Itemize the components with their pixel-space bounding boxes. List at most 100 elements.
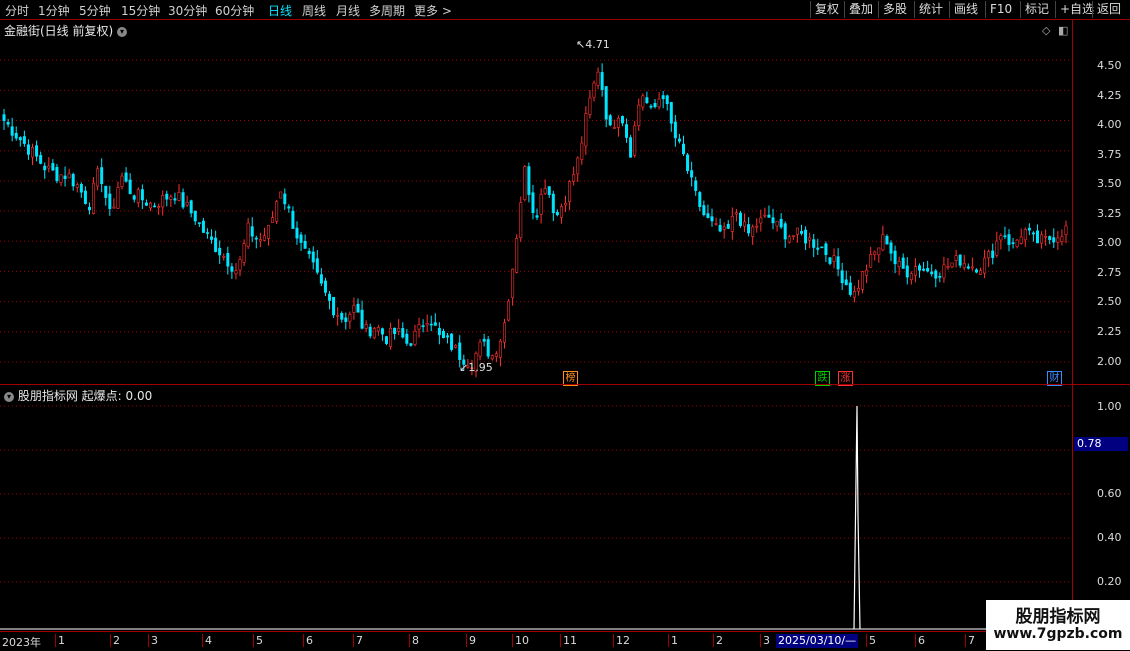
candle-body (120, 175, 124, 187)
period-1min[interactable]: 1分钟 (38, 2, 70, 19)
period-fenshi[interactable]: 分时 (5, 2, 29, 19)
period-60min[interactable]: 60分钟 (215, 2, 254, 19)
candle-body (494, 353, 498, 357)
candle-body (92, 182, 96, 214)
candle-body (71, 173, 75, 187)
overlay-button[interactable]: 叠加 (844, 1, 877, 18)
candle-body (1015, 239, 1019, 247)
candle-body (336, 314, 340, 317)
candle-body (673, 121, 677, 139)
period-weekly[interactable]: 周线 (302, 2, 326, 19)
candle-body (490, 355, 494, 360)
candle-body (987, 251, 991, 259)
low-marker: ↙1.95 (459, 361, 493, 374)
candle-body (523, 166, 527, 200)
mark-button[interactable]: 标记 (1020, 1, 1053, 18)
back-button[interactable]: 返回 (1092, 1, 1125, 18)
candle-body (315, 258, 319, 273)
price-tick: 3.25 (1097, 207, 1122, 220)
candle-body (169, 196, 173, 200)
candle-body (507, 300, 511, 321)
date-tick: 3 (760, 634, 770, 647)
indicator-tick: 0.20 (1097, 575, 1122, 588)
candle-body (454, 345, 458, 348)
candle-body (425, 323, 429, 326)
candle-body (840, 270, 844, 284)
statistics-button[interactable]: 统计 (914, 1, 947, 18)
candle-body (791, 235, 795, 237)
candle-body (266, 225, 270, 239)
candle-body (747, 224, 751, 234)
candle-body (926, 268, 930, 272)
candle-body (1048, 236, 1052, 240)
price-tick: 3.00 (1097, 236, 1122, 249)
date-tick: 5 (253, 634, 263, 647)
date-tick: 7 (965, 634, 975, 647)
candle-body (616, 117, 620, 128)
candle-body (1011, 242, 1015, 244)
candle-body (743, 221, 747, 227)
candle-body (83, 190, 87, 204)
candlestick-chart[interactable] (0, 20, 1072, 384)
price-tick: 2.50 (1097, 295, 1122, 308)
f10-button[interactable]: F10 (985, 1, 1016, 18)
candle-body (515, 237, 519, 273)
price-tick: 3.50 (1097, 177, 1122, 190)
candle-body (799, 231, 803, 234)
candle-body (714, 223, 718, 225)
restore-rights-button[interactable]: 复权 (810, 1, 843, 18)
candle-body (771, 217, 775, 224)
candle-body (877, 247, 881, 256)
period-15min[interactable]: 15分钟 (121, 2, 160, 19)
period-30min[interactable]: 30分钟 (168, 2, 207, 19)
candle-body (59, 174, 63, 184)
candle-body (246, 222, 250, 247)
price-tick: 4.25 (1097, 89, 1122, 102)
candle-body (1027, 227, 1031, 231)
candle-body (885, 235, 889, 245)
candle-body (763, 214, 767, 217)
candle-body (132, 195, 136, 200)
period-5min[interactable]: 5分钟 (79, 2, 111, 19)
period-multi[interactable]: 多周期 (369, 2, 405, 19)
period-monthly[interactable]: 月线 (336, 2, 360, 19)
date-tick: 9 (466, 634, 476, 647)
candle-body (645, 97, 649, 104)
indicator-chart[interactable] (0, 385, 1072, 631)
candle-body (234, 270, 238, 275)
candle-body (608, 115, 612, 126)
candle-body (1035, 230, 1039, 244)
draw-line-button[interactable]: 画线 (949, 1, 982, 18)
candle-body (140, 189, 144, 201)
period-more[interactable]: 更多 > (414, 2, 452, 19)
candle-body (836, 256, 840, 270)
candle-body (865, 269, 869, 276)
candle-body (275, 201, 279, 222)
candle-body (629, 137, 633, 158)
candle-body (1003, 235, 1007, 238)
period-daily[interactable]: 日线 (268, 2, 292, 19)
candle-body (966, 266, 970, 269)
multi-stock-button[interactable]: 多股 (878, 1, 911, 18)
candle-body (39, 155, 43, 164)
price-tick: 2.00 (1097, 355, 1122, 368)
candle-body (535, 215, 539, 218)
candle-body (96, 168, 100, 187)
candle-body (726, 223, 730, 229)
candle-body (31, 147, 35, 158)
candle-body (893, 250, 897, 265)
candle-body (946, 266, 950, 268)
price-tick: 2.25 (1097, 325, 1122, 338)
indicator-spike (853, 405, 861, 630)
candle-body (686, 154, 690, 171)
selected-date: 2025/03/10/— (776, 634, 859, 648)
candle-body (2, 114, 6, 121)
candle-body (653, 103, 657, 108)
candle-body (230, 266, 234, 272)
candle-body (531, 192, 535, 213)
candle-body (930, 271, 934, 275)
candle-body (218, 247, 222, 256)
candle-body (502, 322, 506, 343)
candle-body (677, 138, 681, 142)
watermark-url: www.7gpzb.com (993, 626, 1123, 642)
